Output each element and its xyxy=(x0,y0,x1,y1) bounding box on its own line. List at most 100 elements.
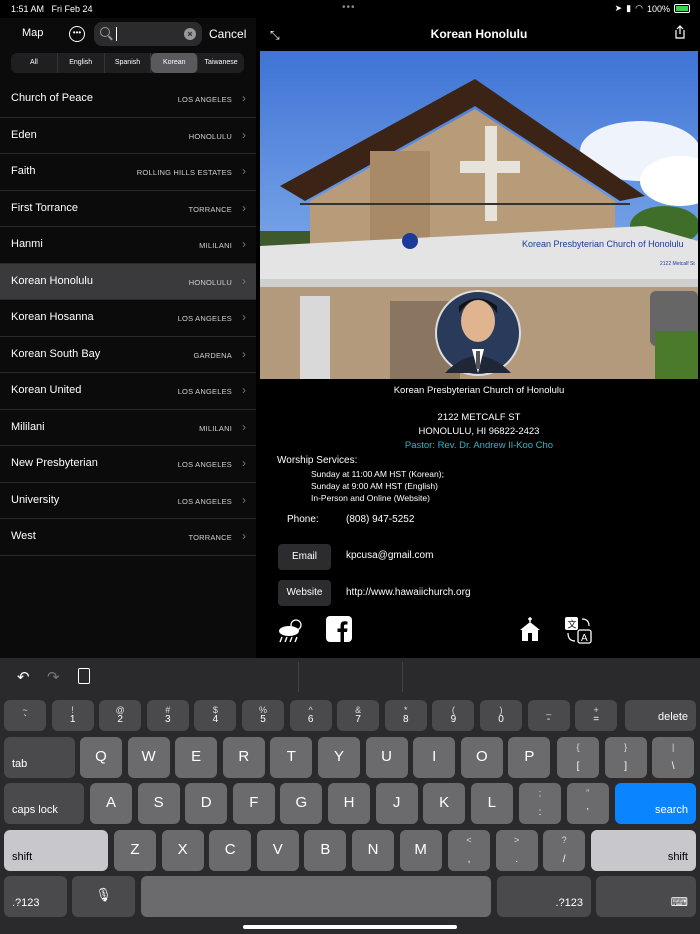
paste-icon[interactable] xyxy=(78,668,90,684)
key-punct-1[interactable]: ”’ xyxy=(566,783,609,824)
list-item[interactable]: Church of Peace LOS ANGELES › xyxy=(0,81,256,118)
cancel-button[interactable]: Cancel xyxy=(209,27,246,41)
key-9[interactable]: (9 xyxy=(432,700,475,731)
key-j[interactable]: J xyxy=(375,783,418,824)
key-i[interactable]: I xyxy=(413,737,456,778)
list-item[interactable]: Eden HONOLULU › xyxy=(0,118,256,154)
church-city: TORRANCE xyxy=(188,533,232,542)
shift-left-key[interactable]: shift xyxy=(4,830,108,871)
key-b[interactable]: B xyxy=(304,830,347,871)
key-1[interactable]: ! 1 xyxy=(51,700,94,731)
website-button[interactable]: Website xyxy=(278,580,331,606)
weather-icon[interactable] xyxy=(276,616,306,644)
key-bracket-0[interactable]: {[ xyxy=(557,737,599,778)
key-12[interactable]: + = xyxy=(575,700,618,731)
key-2[interactable]: @2 xyxy=(99,700,142,731)
search-key[interactable]: search xyxy=(615,783,696,824)
dismiss-keyboard-key[interactable]: ⌨ xyxy=(596,876,696,917)
segment-korean[interactable]: Korean xyxy=(151,53,199,73)
key-w[interactable]: W xyxy=(127,737,170,778)
email-button[interactable]: Email xyxy=(278,544,331,570)
key-s[interactable]: S xyxy=(137,783,180,824)
list-item[interactable]: Korean Hosanna LOS ANGELES › xyxy=(0,300,256,337)
delete-key[interactable]: delete xyxy=(625,700,696,731)
list-item[interactable]: Korean United LOS ANGELES › xyxy=(0,373,256,410)
clear-search-icon[interactable]: × xyxy=(184,28,196,40)
list-item[interactable]: West TORRANCE › xyxy=(0,519,256,556)
segment-taiwanese[interactable]: Taiwanese xyxy=(198,53,244,73)
key-0[interactable]: ~ ` xyxy=(4,700,46,731)
key-bracket-1[interactable]: }] xyxy=(604,737,647,778)
key-v[interactable]: V xyxy=(256,830,299,871)
worship-line: Sunday at 9:00 AM HST (English) xyxy=(311,481,438,491)
key-11[interactable]: _ - xyxy=(527,700,570,731)
list-item[interactable]: Hanmi MILILANI › xyxy=(0,227,256,264)
key-h[interactable]: H xyxy=(328,783,370,824)
phone-number[interactable]: (808) 947-5252 xyxy=(346,514,414,525)
segment-all[interactable]: All xyxy=(11,53,58,73)
website-url[interactable]: http://www.hawaiichurch.org xyxy=(346,587,471,598)
list-item[interactable]: Mililani MILILANI › xyxy=(0,410,256,446)
key-punct2-2[interactable]: ? / xyxy=(543,830,586,871)
multitasking-dots-icon[interactable]: ••• xyxy=(342,2,356,13)
key-bracket-2[interactable]: | \ xyxy=(652,737,695,778)
segment-english[interactable]: English xyxy=(58,53,105,73)
translate-icon[interactable]: 文 A xyxy=(564,616,592,644)
segment-spanish[interactable]: Spanish xyxy=(105,53,152,73)
numbers-key-right[interactable]: .?123 xyxy=(497,876,591,917)
search-field[interactable]: × xyxy=(94,22,202,46)
key-label: 3 xyxy=(165,714,171,725)
list-item[interactable]: University LOS ANGELES › xyxy=(0,483,256,519)
redo-icon[interactable]: ↷ xyxy=(47,668,60,686)
shift-right-key[interactable]: shift xyxy=(591,830,696,871)
space-key[interactable] xyxy=(141,876,491,917)
key-punct2-0[interactable]: <, xyxy=(448,830,490,871)
key-f[interactable]: F xyxy=(232,783,275,824)
key-m[interactable]: M xyxy=(399,830,442,871)
key-x[interactable]: X xyxy=(161,830,204,871)
key-e[interactable]: E xyxy=(175,737,218,778)
list-item[interactable]: Korean South Bay GARDENA › xyxy=(0,337,256,373)
key-q[interactable]: Q xyxy=(80,737,122,778)
facebook-icon[interactable] xyxy=(326,616,352,642)
share-icon[interactable] xyxy=(674,25,686,39)
key-o[interactable]: O xyxy=(460,737,503,778)
caps-lock-key[interactable]: caps lock xyxy=(4,783,84,824)
tab-key[interactable]: tab xyxy=(4,737,75,778)
more-options-icon[interactable]: ••• xyxy=(69,26,85,42)
list-item[interactable]: Korean Honolulu HONOLULU › xyxy=(0,263,256,300)
key-c[interactable]: C xyxy=(209,830,252,871)
search-input[interactable] xyxy=(120,25,184,45)
list-item[interactable]: Faith ROLLING HILLS ESTATES › xyxy=(0,154,256,191)
undo-icon[interactable]: ↶ xyxy=(17,668,30,686)
key-7[interactable]: & 7 xyxy=(337,700,380,731)
church-icon[interactable] xyxy=(518,616,542,642)
key-y[interactable]: Y xyxy=(318,737,360,778)
key-g[interactable]: G xyxy=(280,783,323,824)
key-u[interactable]: U xyxy=(365,737,408,778)
key-z[interactable]: Z xyxy=(114,830,156,871)
numbers-key-left[interactable]: .?123 xyxy=(4,876,67,917)
list-item[interactable]: New Presbyterian LOS ANGELES › xyxy=(0,446,256,483)
key-punct-0[interactable]: ;: xyxy=(519,783,561,824)
list-item[interactable]: First Torrance TORRANCE › xyxy=(0,191,256,227)
key-t[interactable]: T xyxy=(270,737,313,778)
key-n[interactable]: N xyxy=(352,830,394,871)
key-d[interactable]: D xyxy=(185,783,228,824)
email-address[interactable]: kpcusa@gmail.com xyxy=(346,550,433,561)
key-4[interactable]: $4 xyxy=(194,700,237,731)
key-10[interactable]: ) 0 xyxy=(480,700,522,731)
key-3[interactable]: #3 xyxy=(146,700,189,731)
map-button[interactable]: Map xyxy=(22,27,43,39)
key-8[interactable]: * 8 xyxy=(384,700,427,731)
key-punct2-1[interactable]: >. xyxy=(495,830,538,871)
dictation-key[interactable]: 🎙 xyxy=(72,876,135,917)
key-r[interactable]: R xyxy=(222,737,265,778)
key-p[interactable]: P xyxy=(508,737,551,778)
key-a[interactable]: A xyxy=(90,783,132,824)
language-segmented-control[interactable]: All English Spanish Korean Taiwanese xyxy=(11,53,244,73)
key-5[interactable]: % 5 xyxy=(242,700,284,731)
key-k[interactable]: K xyxy=(423,783,466,824)
key-6[interactable]: ^ 6 xyxy=(289,700,332,731)
key-l[interactable]: L xyxy=(470,783,513,824)
